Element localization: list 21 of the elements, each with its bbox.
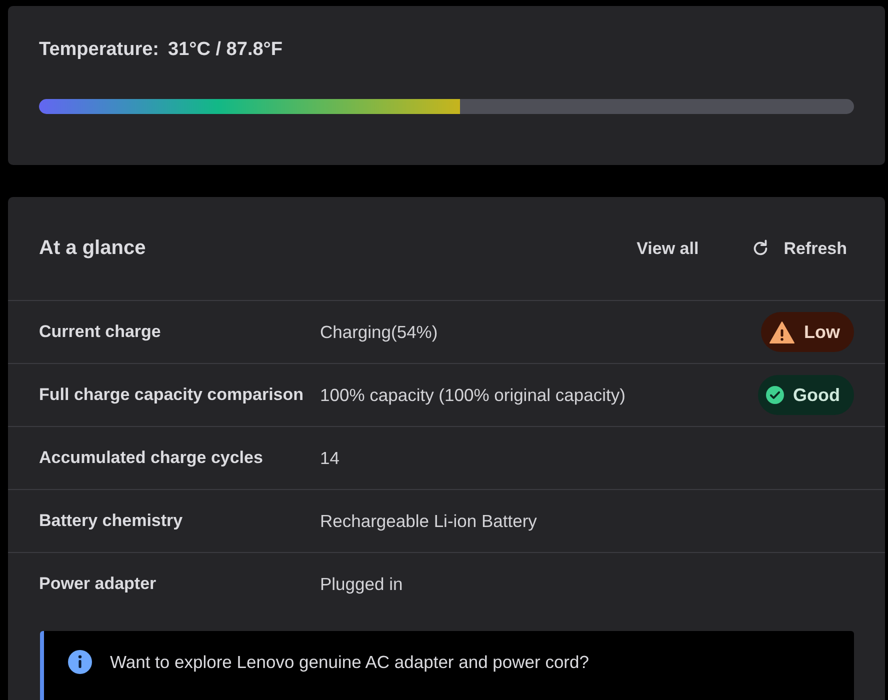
row-label: Full charge capacity comparison	[39, 385, 305, 405]
warning-status-badge: Low	[761, 312, 854, 352]
info-text: Want to explore Lenovo genuine AC adapter and power cord?	[110, 651, 589, 674]
row-label: Battery chemistry	[39, 511, 184, 531]
row-label: Power adapter	[39, 574, 158, 594]
check-circle-icon	[766, 386, 784, 404]
temperature-value: 31°C / 87.8°F	[168, 39, 282, 61]
good-status-badge: Good	[758, 375, 854, 415]
temperature-label: Temperature:	[39, 39, 160, 61]
warning-icon	[769, 320, 795, 344]
row-value: 14	[320, 448, 340, 468]
section-title: At a glance	[39, 237, 146, 260]
refresh-button[interactable]: Refresh	[746, 232, 851, 264]
row-value: 100% capacity (100% original capacity)	[320, 384, 626, 406]
row-value: Charging(54%)	[320, 322, 439, 342]
view-all-link[interactable]: View all	[632, 232, 703, 264]
row-label: Accumulated charge cycles	[39, 448, 264, 468]
info-icon	[68, 650, 92, 674]
row-value: Plugged in	[320, 574, 404, 594]
row-value: Rechargeable Li-ion Battery	[320, 510, 538, 532]
row-label: Current charge	[39, 322, 162, 342]
